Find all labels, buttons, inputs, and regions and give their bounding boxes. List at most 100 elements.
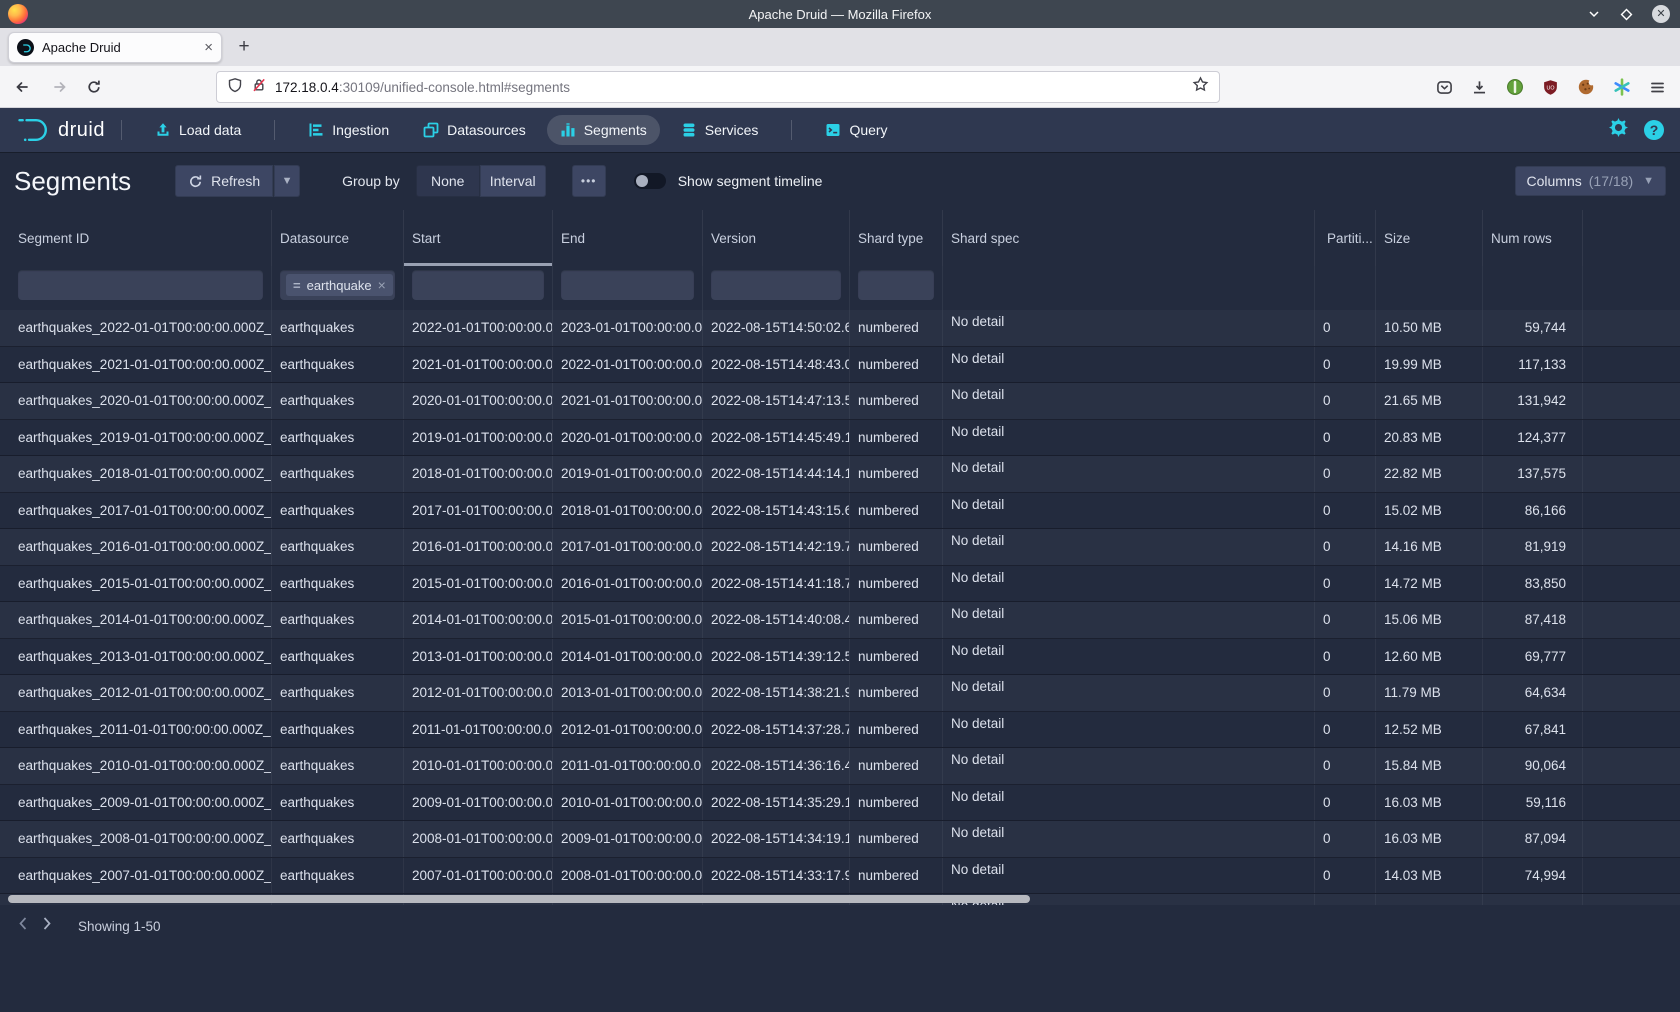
cell-num-rows[interactable]: 131,942 [1483, 383, 1583, 419]
version-filter-input[interactable] [711, 270, 841, 300]
cell-end[interactable]: 2017-01-01T00:00:00.0... [553, 529, 703, 565]
cell-datasource[interactable]: earthquakes [272, 420, 404, 456]
cell-version[interactable]: 2022-08-15T14:33:17.9... [703, 858, 850, 894]
cell-shard-type[interactable]: numbered [850, 310, 943, 346]
cell-shard-spec[interactable]: No detail [943, 566, 1315, 602]
cell-id[interactable]: earthquakes_2022-01-01T00:00:00.000Z_2..… [0, 310, 272, 346]
cell-id[interactable]: earthquakes_2020-01-01T00:00:00.000Z_2..… [0, 383, 272, 419]
cell-partition[interactable]: 0 [1315, 712, 1376, 748]
cell-size[interactable]: 14.16 MB [1376, 529, 1483, 565]
cell-shard-type[interactable]: numbered [850, 529, 943, 565]
cell-start[interactable]: 2022-01-01T00:00:00.0... [404, 310, 553, 346]
cell-num-rows[interactable] [1483, 894, 1583, 905]
cell-start[interactable]: 2019-01-01T00:00:00.0... [404, 420, 553, 456]
cell-start[interactable]: 2015-01-01T00:00:00.0... [404, 566, 553, 602]
privacy-badger-extension-icon[interactable] [1506, 78, 1524, 101]
cell-partition[interactable]: 0 [1315, 821, 1376, 857]
cell-size[interactable]: 20.83 MB [1376, 420, 1483, 456]
cell-datasource[interactable]: earthquakes [272, 821, 404, 857]
cell-num-rows[interactable]: 87,418 [1483, 602, 1583, 638]
url-bar[interactable]: 172.18.0.4:30109/unified-console.html#se… [216, 71, 1220, 103]
cell-size[interactable]: 12.60 MB [1376, 639, 1483, 675]
cell-shard-type[interactable]: numbered [850, 347, 943, 383]
cell-datasource[interactable]: earthquakes [272, 310, 404, 346]
cell-start[interactable]: 2018-01-01T00:00:00.0... [404, 456, 553, 492]
cell-partition[interactable]: 0 [1315, 675, 1376, 711]
cell-datasource[interactable]: earthquakes [272, 712, 404, 748]
cell-partition[interactable]: 0 [1315, 566, 1376, 602]
cell-version[interactable]: 2022-08-15T14:36:16.4... [703, 748, 850, 784]
cell-shard-type[interactable]: numbered [850, 675, 943, 711]
cell-start[interactable]: 2021-01-01T00:00:00.0... [404, 347, 553, 383]
nav-item-datasources[interactable]: Datasources [410, 115, 539, 145]
pocket-icon[interactable] [1436, 79, 1453, 101]
cell-size[interactable]: 12.52 MB [1376, 712, 1483, 748]
refresh-dropdown-caret[interactable]: ▼ [273, 165, 300, 197]
cell-shard-type[interactable]: numbered [850, 493, 943, 529]
cell-datasource[interactable]: earthquakes [272, 785, 404, 821]
new-tab-button[interactable]: + [232, 36, 256, 58]
cell-partition[interactable]: 0 [1315, 602, 1376, 638]
cell-start[interactable]: 2014-01-01T00:00:00.0... [404, 602, 553, 638]
cell-id[interactable]: earthquakes_2018-01-01T00:00:00.000Z_2..… [0, 456, 272, 492]
cell-id[interactable]: earthquakes_2014-01-01T00:00:00.000Z_2..… [0, 602, 272, 638]
cell-shard-type[interactable]: numbered [850, 602, 943, 638]
cell-id[interactable]: earthquakes_2008-01-01T00:00:00.000Z_2..… [0, 821, 272, 857]
cell-size[interactable]: 19.99 MB [1376, 347, 1483, 383]
cell-datasource[interactable]: earthquakes [272, 456, 404, 492]
cell-num-rows[interactable]: 86,166 [1483, 493, 1583, 529]
cell-shard-spec[interactable]: No detail [943, 858, 1315, 894]
cell-partition[interactable]: 0 [1315, 456, 1376, 492]
cell-shard-spec[interactable]: No detail [943, 383, 1315, 419]
cell-shard-spec[interactable]: No detail [943, 821, 1315, 857]
cell-shard-type[interactable]: numbered [850, 748, 943, 784]
cell-version[interactable]: 2022-08-15T14:48:43.0... [703, 347, 850, 383]
cell-version[interactable]: 2022-08-15T14:39:12.5... [703, 639, 850, 675]
cell-size[interactable]: 16.03 MB [1376, 785, 1483, 821]
cell-shard-type[interactable]: numbered [850, 785, 943, 821]
cookie-extension-icon[interactable] [1577, 78, 1595, 101]
cell-size[interactable]: 16.03 MB [1376, 821, 1483, 857]
more-actions-button[interactable]: ••• [572, 165, 606, 197]
cell-version[interactable]: 2022-08-15T14:34:19.1... [703, 821, 850, 857]
cell-id[interactable]: earthquakes_2019-01-01T00:00:00.000Z_2..… [0, 420, 272, 456]
cell-start[interactable]: 2020-01-01T00:00:00.0... [404, 383, 553, 419]
cell-shard-type[interactable]: numbered [850, 712, 943, 748]
cell-partition[interactable]: 0 [1315, 785, 1376, 821]
cell-id[interactable]: earthquakes_2016-01-01T00:00:00.000Z_2..… [0, 529, 272, 565]
column-header-shard-spec[interactable]: Shard spec [943, 210, 1315, 266]
cell-shard-spec[interactable]: No detail [943, 493, 1315, 529]
cell-shard-spec[interactable]: No detail [943, 748, 1315, 784]
segment-timeline-toggle[interactable] [634, 173, 666, 189]
cell-version[interactable]: 2022-08-15T14:45:49.1... [703, 420, 850, 456]
columns-picker-button[interactable]: Columns (17/18) ▼ [1515, 166, 1667, 196]
cell-partition[interactable]: 0 [1315, 310, 1376, 346]
next-page-button[interactable] [42, 916, 52, 936]
cell-id[interactable]: earthquakes_2012-01-01T00:00:00.000Z_2..… [0, 675, 272, 711]
id-filter-input[interactable] [18, 270, 263, 300]
cell-size[interactable]: 10.50 MB [1376, 310, 1483, 346]
settings-gear-icon[interactable] [1609, 118, 1628, 142]
cell-shard-spec[interactable]: No detail [943, 675, 1315, 711]
cell-datasource[interactable]: earthquakes [272, 529, 404, 565]
remove-filter-icon[interactable]: × [378, 277, 386, 293]
cell-start[interactable]: 2013-01-01T00:00:00.0... [404, 639, 553, 675]
cell-start[interactable]: 2017-01-01T00:00:00.0... [404, 493, 553, 529]
cell-shard-type[interactable]: numbered [850, 383, 943, 419]
shard-type-filter-input[interactable] [858, 270, 934, 300]
cell-version[interactable]: 2022-08-15T14:38:21.9... [703, 675, 850, 711]
menu-hamburger-icon[interactable] [1649, 79, 1666, 101]
cell-num-rows[interactable]: 64,634 [1483, 675, 1583, 711]
cell-start[interactable]: 2016-01-01T00:00:00.0... [404, 529, 553, 565]
downloads-icon[interactable] [1471, 79, 1488, 101]
cell-size[interactable]: 11.79 MB [1376, 675, 1483, 711]
datasource-filter-input[interactable]: =earthquake× [280, 270, 395, 300]
cell-datasource[interactable]: earthquakes [272, 858, 404, 894]
cell-shard-spec[interactable]: No detail [943, 347, 1315, 383]
cell-version[interactable]: 2022-08-15T14:37:28.7... [703, 712, 850, 748]
cell-datasource[interactable]: earthquakes [272, 383, 404, 419]
cell-end[interactable]: 2015-01-01T00:00:00.0... [553, 602, 703, 638]
column-header-partition[interactable]: Partiti... [1315, 210, 1376, 266]
insecure-lock-icon[interactable] [251, 77, 267, 98]
cell-shard-type[interactable]: numbered [850, 858, 943, 894]
